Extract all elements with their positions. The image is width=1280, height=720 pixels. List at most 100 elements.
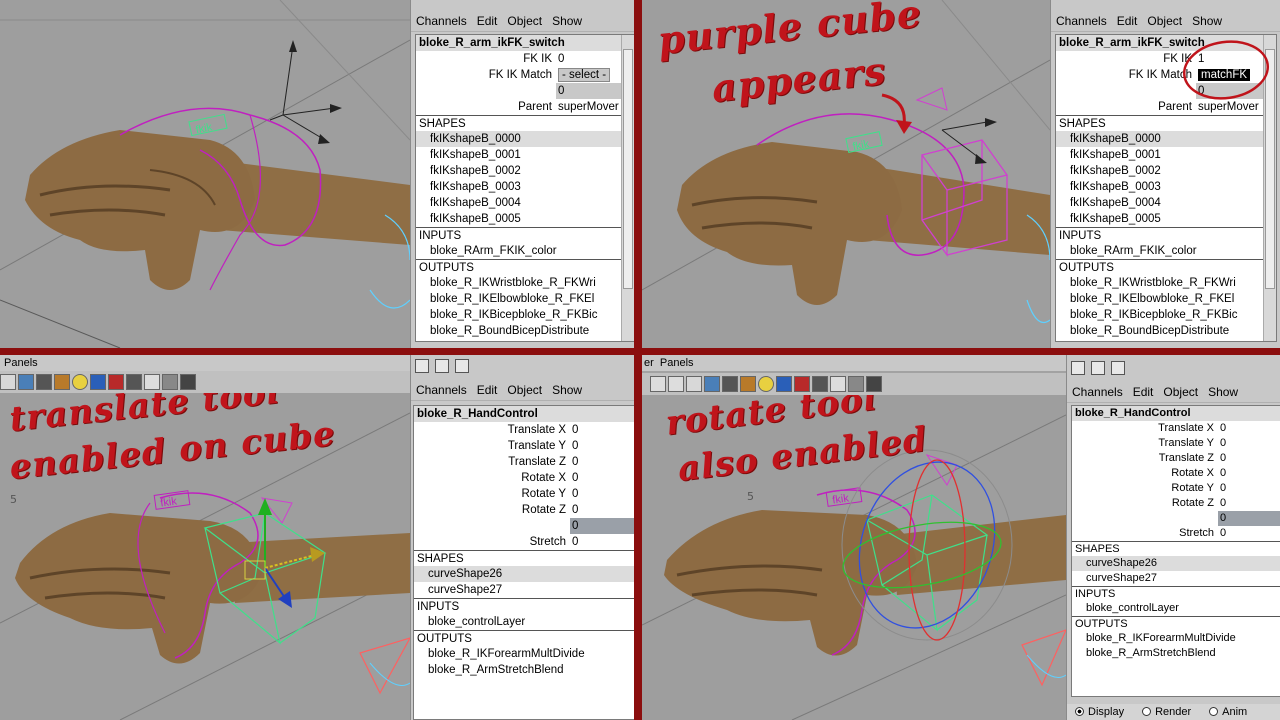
attr-value[interactable]: 0 (570, 534, 636, 550)
attribute-editor-icon[interactable] (1111, 361, 1125, 375)
list-item[interactable]: bloke_R_IKWristbloke_R_FKWri (1056, 275, 1276, 291)
layer-editor-icon[interactable] (1091, 361, 1105, 375)
menu-channels[interactable]: Channels (411, 383, 472, 397)
attr-value[interactable]: 0 (570, 470, 636, 486)
wireframe-icon[interactable] (0, 374, 16, 390)
viewport-3d[interactable]: 5 fkik rotate tool also enabled (642, 395, 1066, 720)
list-item[interactable]: bloke_R_IKForearmMultDivide (414, 646, 636, 662)
menu-object[interactable]: Object (1158, 385, 1203, 399)
image-plane-icon[interactable] (668, 376, 684, 392)
list-item[interactable]: fkIKshapeB_0003 (1056, 179, 1276, 195)
light-icon[interactable] (758, 376, 774, 392)
grid-icon[interactable] (162, 374, 178, 390)
channel-box-icon[interactable] (415, 359, 429, 373)
menu-object[interactable]: Object (502, 383, 547, 397)
list-item[interactable]: fkIKshapeB_0004 (416, 195, 634, 211)
red-cube-icon[interactable] (794, 376, 810, 392)
object-name[interactable]: bloke_R_HandControl (414, 406, 636, 422)
list-item[interactable]: bloke_RArm_FKIK_color (416, 243, 634, 259)
wireframe-icon[interactable] (686, 376, 702, 392)
attr-value[interactable]: 0 (1218, 421, 1280, 436)
list-item[interactable]: bloke_controlLayer (1072, 601, 1280, 616)
menu-edit[interactable]: Edit (472, 14, 503, 28)
grid-icon[interactable] (848, 376, 864, 392)
attr-row[interactable]: Rotate X 0 (414, 470, 636, 486)
menu-edit[interactable]: Edit (1128, 385, 1159, 399)
list-item[interactable]: fkIKshapeB_0002 (1056, 163, 1276, 179)
attr-row-blank[interactable]: 0 (414, 518, 636, 534)
object-name[interactable]: bloke_R_arm_ikFK_switch (416, 35, 634, 51)
list-item[interactable]: bloke_R_IKWristbloke_R_FKWri (416, 275, 634, 291)
viewport-3d[interactable]: fkik purple cube appears (642, 0, 1050, 348)
attr-value[interactable]: 0 (1218, 511, 1280, 526)
attr-row[interactable]: Translate Z 0 (1072, 451, 1280, 466)
list-item[interactable]: bloke_R_ArmStretchBlend (414, 662, 636, 678)
menu-channels[interactable]: Channels (1067, 385, 1128, 399)
shadow-icon[interactable] (776, 376, 792, 392)
list-item[interactable]: curveShape27 (414, 582, 636, 598)
list-item[interactable]: bloke_R_IKBicepbloke_R_FKBic (1056, 307, 1276, 323)
list-item[interactable]: curveShape27 (1072, 571, 1280, 586)
shadow-icon[interactable] (90, 374, 106, 390)
list-item[interactable]: fkIKshapeB_0002 (416, 163, 634, 179)
viewport-3d[interactable]: fkik (0, 0, 410, 348)
light-icon[interactable] (72, 374, 88, 390)
render-radio[interactable]: Render (1142, 706, 1191, 718)
attr-value[interactable]: 0 (1218, 466, 1280, 481)
attr-row[interactable]: Translate X 0 (414, 422, 636, 438)
list-item[interactable]: fkIKshapeB_0001 (1056, 147, 1276, 163)
list-item[interactable]: fkIKshapeB_0005 (1056, 211, 1276, 227)
texture-icon[interactable] (740, 376, 756, 392)
channel-box-icon[interactable] (1071, 361, 1085, 375)
list-item[interactable]: bloke_R_ArmStretchBlend (1072, 646, 1280, 661)
list-item[interactable]: fkIKshapeB_0003 (416, 179, 634, 195)
list-item[interactable]: bloke_R_BoundBicepDistribute (1056, 323, 1276, 339)
list-item[interactable]: fkIKshapeB_0001 (416, 147, 634, 163)
menu-channels[interactable]: Channels (411, 14, 472, 28)
list-item[interactable]: fkIKshapeB_0000 (416, 131, 634, 147)
smooth-shade-icon[interactable] (18, 374, 34, 390)
attr-value[interactable]: 0 (570, 438, 636, 454)
viewport-3d[interactable]: 5 fkik translate tool enabled on cube (0, 393, 410, 720)
attr-row[interactable]: Rotate X 0 (1072, 466, 1280, 481)
list-item[interactable]: bloke_R_IKBicepbloke_R_FKBic (416, 307, 634, 323)
scrollbar[interactable] (621, 35, 634, 341)
attr-row[interactable]: Rotate Y 0 (1072, 481, 1280, 496)
attr-row[interactable]: Rotate Z 0 (414, 502, 636, 518)
menu-object[interactable]: Object (502, 14, 547, 28)
list-item[interactable]: bloke_controlLayer (414, 614, 636, 630)
list-item[interactable]: fkIKshapeB_0004 (1056, 195, 1276, 211)
menu-show[interactable]: Show (547, 383, 587, 397)
list-item[interactable]: bloke_R_IKElbowbloke_R_FKEl (416, 291, 634, 307)
attr-value[interactable]: 0 (570, 454, 636, 470)
list-item[interactable]: fkIKshapeB_0000 (1056, 131, 1276, 147)
isolate-icon[interactable] (812, 376, 828, 392)
smooth-shade-icon[interactable] (704, 376, 720, 392)
texture-icon[interactable] (54, 374, 70, 390)
attr-row-stretch[interactable]: Stretch 0 (1072, 526, 1280, 541)
attr-row[interactable]: Rotate Y 0 (414, 486, 636, 502)
menu-edit[interactable]: Edit (472, 383, 503, 397)
anim-radio[interactable]: Anim (1209, 706, 1247, 718)
attr-value[interactable]: 0 (1218, 496, 1280, 511)
menu-show[interactable]: Show (547, 14, 587, 28)
list-item[interactable]: fkIKshapeB_0005 (416, 211, 634, 227)
attr-value[interactable]: 0 (570, 502, 636, 518)
shade-icon[interactable] (722, 376, 738, 392)
attr-row-blank[interactable]: 0 (416, 83, 634, 99)
fkik-match-dropdown[interactable]: - select - (558, 68, 611, 82)
xray-icon[interactable] (144, 374, 160, 390)
xray-icon[interactable] (830, 376, 846, 392)
camera-icon[interactable] (650, 376, 666, 392)
playblast-icon[interactable] (866, 376, 882, 392)
attr-row-parent[interactable]: Parent superMover (416, 99, 634, 115)
list-item[interactable]: bloke_R_IKElbowbloke_R_FKEl (1056, 291, 1276, 307)
attr-value[interactable]: 0 (570, 518, 636, 534)
list-item[interactable]: curveShape26 (1072, 556, 1280, 571)
display-radio[interactable]: Display (1075, 706, 1124, 718)
attr-value[interactable]: 0 (570, 422, 636, 438)
list-item[interactable]: bloke_R_BoundBicepDistribute (416, 323, 634, 339)
panels-menu[interactable]: er Panels (642, 355, 1066, 371)
list-item[interactable]: curveShape26 (414, 566, 636, 582)
attr-value[interactable]: 0 (1218, 481, 1280, 496)
